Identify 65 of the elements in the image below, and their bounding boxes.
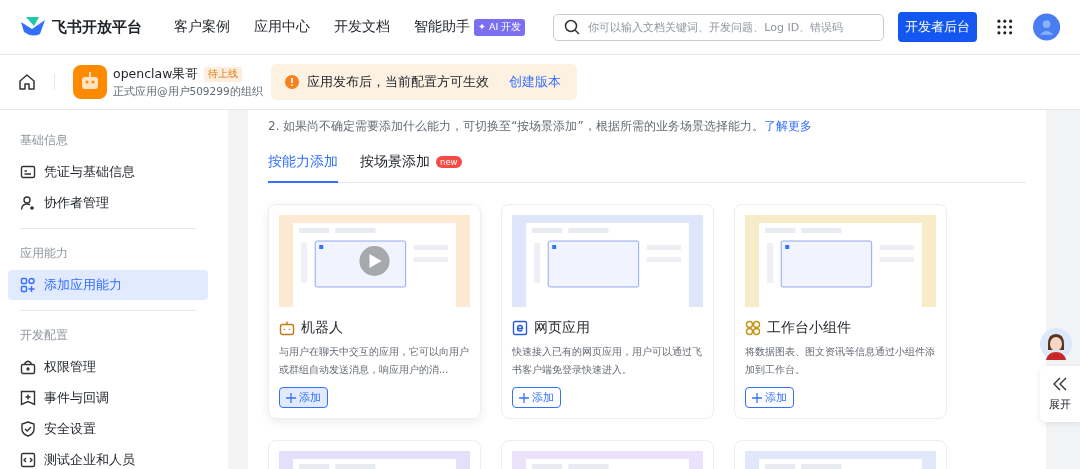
capability-card[interactable]: 机器人 与用户在聊天中交互的应用，它可以向用户或群组自动发送消息，响应用户的消... 添加	[268, 204, 481, 419]
lock-icon	[20, 359, 36, 375]
tab[interactable]: 按场景添加 new	[360, 153, 462, 183]
card-icon	[20, 164, 36, 180]
capability-card[interactable]: 工作台小组件 将数据图表、图文资讯等信息通过小组件添加到工作台。 添加	[734, 204, 947, 419]
create-version-link[interactable]: 创建版本	[508, 73, 561, 91]
sidebar-item[interactable]: 凭证与基础信息	[8, 157, 208, 187]
app-org: 正式应用@用户509299的组织	[113, 84, 263, 99]
nav-link[interactable]: 开发文档	[334, 18, 390, 36]
logo-text[interactable]: 飞书开放平台	[52, 17, 142, 37]
apps-grid-icon[interactable]	[997, 19, 1013, 35]
event-icon	[20, 390, 36, 406]
expand-button[interactable]: 展开	[1040, 366, 1080, 422]
logo-icon	[20, 16, 46, 38]
user-icon	[20, 195, 36, 211]
add-button[interactable]: 添加	[745, 387, 794, 408]
ai-badge: ✦ AI 开发	[474, 18, 526, 36]
tip-text: 2. 如果尚不确定需要添加什么能力，可切换至“按场景添加”，根据所需的业务场景选择能力。了解更多	[268, 118, 813, 135]
nav-link[interactable]: 智能助手	[414, 18, 470, 36]
tab[interactable]: 按能力添加	[268, 153, 338, 183]
card-description: 快速接入已有的网页应用，用户可以通过飞书客户端免登录快速进入。	[512, 345, 703, 377]
plus-icon	[286, 392, 296, 403]
nav-link[interactable]: 客户案例	[174, 18, 230, 36]
sidebar-item[interactable]: 安全设置	[8, 414, 208, 444]
section-heading: 应用能力	[19, 245, 69, 262]
card-description: 与用户在聊天中交互的应用，它可以向用户或群组自动发送消息，响应用户的消...	[279, 345, 470, 377]
search-icon	[564, 19, 581, 35]
shield-icon	[20, 421, 36, 437]
app-name: openclaw果哥	[113, 65, 199, 83]
web-icon	[512, 320, 528, 336]
grid-icon	[20, 277, 36, 293]
sidebar-item[interactable]: 测试企业和人员	[8, 445, 208, 469]
sidebar-item[interactable]: 添加应用能力	[8, 270, 208, 300]
console-button[interactable]: 开发者后台	[898, 12, 978, 42]
code-icon	[20, 452, 36, 468]
sidebar-item[interactable]: 协作者管理	[8, 188, 208, 218]
plus-icon	[519, 392, 529, 403]
tab-label: 按能力添加	[268, 153, 338, 171]
widget-icon	[745, 320, 761, 336]
section-heading: 开发配置	[19, 327, 69, 344]
nav-link[interactable]: 应用中心	[254, 18, 310, 36]
add-button[interactable]: 添加	[512, 387, 561, 408]
sidebar-item[interactable]: 权限管理	[8, 352, 208, 382]
add-button[interactable]: 添加	[279, 387, 328, 408]
card-title: 工作台小组件	[767, 319, 851, 337]
warning-icon	[284, 75, 299, 89]
double-chevron-icon	[1052, 376, 1068, 391]
avatar[interactable]	[1032, 13, 1060, 41]
card-title: 机器人	[301, 319, 343, 337]
sidebar-item[interactable]: 事件与回调	[8, 383, 208, 413]
tab-label: 按场景添加	[360, 153, 430, 171]
new-badge: new	[436, 156, 462, 168]
plus-icon	[752, 392, 762, 403]
search-field[interactable]: 你可以输入文档关键词、开发问题、Log ID、错误码	[553, 13, 885, 41]
section-heading: 基础信息	[19, 132, 69, 149]
home-icon[interactable]	[18, 73, 36, 91]
robot-icon	[279, 320, 295, 336]
app-robot-icon	[73, 65, 107, 99]
learn-more-link[interactable]: 了解更多	[763, 119, 812, 133]
notice-text: 应用发布后，当前配置方可生效	[306, 73, 489, 91]
card-title: 网页应用	[534, 319, 590, 337]
assistant-avatar[interactable]	[1040, 328, 1072, 360]
capability-card[interactable]: 网页应用 快速接入已有的网页应用，用户可以通过飞书客户端免登录快速进入。 添加	[501, 204, 714, 419]
status-tag: 待上线	[204, 66, 243, 82]
card-description: 将数据图表、图文资讯等信息通过小组件添加到工作台。	[745, 345, 936, 377]
